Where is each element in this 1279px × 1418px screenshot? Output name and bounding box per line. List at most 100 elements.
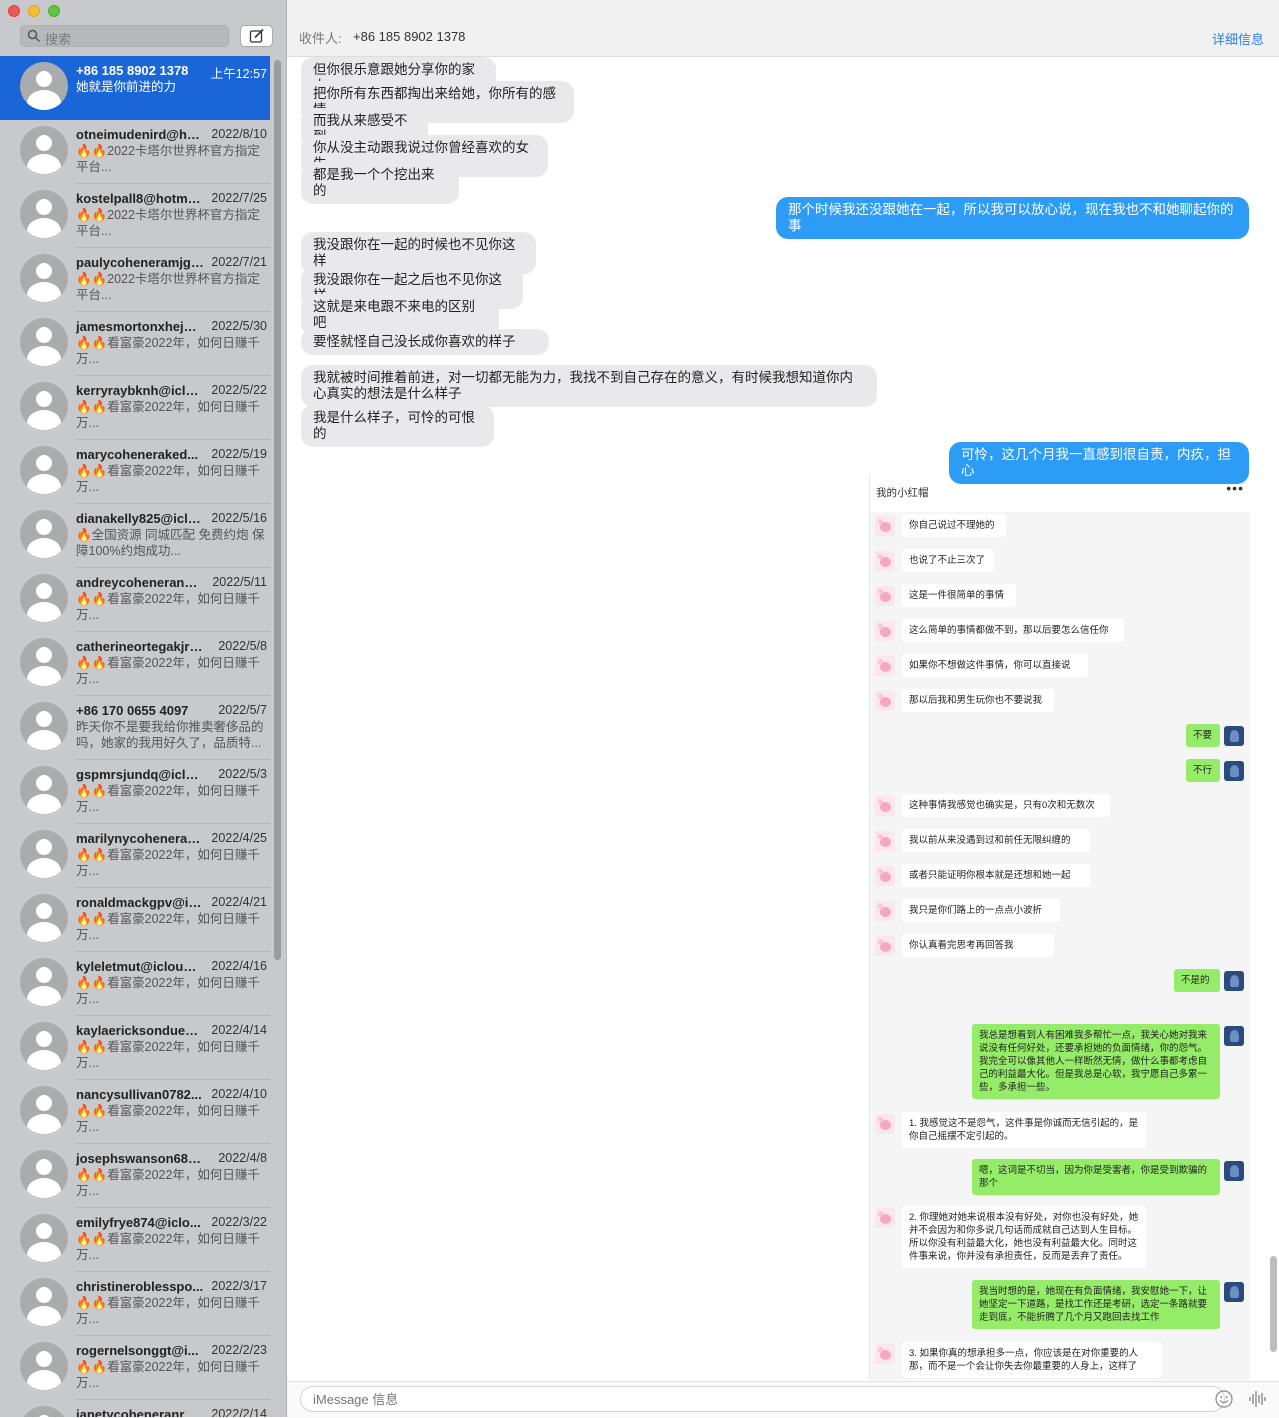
contact-avatar	[875, 621, 895, 641]
conversation-item[interactable]: rogernelsonggt@i... 2022/2/23 🔥🔥看富豪2022年，如…	[0, 1336, 270, 1400]
contact-name: catherineortegakjra...	[76, 639, 204, 654]
contact-name: rogernelsonggt@i...	[76, 1343, 199, 1358]
message-input[interactable]	[300, 1386, 1225, 1412]
conversation-date: 2022/8/10	[211, 127, 267, 141]
contact-name: andreycoheneranwi...	[76, 575, 204, 590]
screenshot-incoming-message: 也说了不止三次了	[902, 549, 994, 572]
message-preview: 🔥🔥2022卡塔尔世界杯官方指定平台...	[76, 208, 260, 238]
conversation-item[interactable]: andreycoheneranwi... 2022/5/11 🔥🔥看富豪2022年，…	[0, 568, 270, 632]
screenshot-outgoing-message: 我当时想的是，她现在有负面情绪，我安慰她一下，让她坚定一下道路，是找工作还是考研…	[972, 1280, 1220, 1329]
sidebar-scrollbar[interactable]	[274, 60, 281, 960]
conversation-item[interactable]: janetycoheneranr@... 2022/2/14	[0, 1400, 270, 1417]
close-window-button[interactable]	[8, 5, 20, 17]
screenshot-outgoing-message: 嗯，这词是不切当，因为你是受害者，你是受到欺骗的那个	[972, 1159, 1220, 1195]
details-button[interactable]: 详细信息	[1212, 29, 1264, 48]
conversation-item[interactable]: +86 185 8902 1378 上午12:57 她就是你前进的力	[0, 56, 270, 120]
contact-name: jamesmortonxhej@...	[76, 319, 204, 334]
incoming-message[interactable]: 都是我一个个挖出来的	[301, 162, 459, 204]
avatar	[20, 830, 68, 878]
screenshot-incoming-message: 那以后我和男生玩你也不要说我	[902, 689, 1054, 712]
conversation-item[interactable]: kyleletmut@icloud.... 2022/4/16 🔥🔥看富豪2022年…	[0, 952, 270, 1016]
avatar	[20, 446, 68, 494]
conversation-item[interactable]: marilynycoheneray... 2022/4/25 🔥🔥看富豪2022年，…	[0, 824, 270, 888]
emoji-icon[interactable]	[1215, 1390, 1233, 1408]
search-field[interactable]: 搜索	[20, 25, 229, 47]
contact-name: ronaldmackgpv@icl...	[76, 895, 204, 910]
outgoing-message[interactable]: 那个时候我还没跟她在一起，所以我可以放心说，现在我也不和她聊起你的事	[776, 197, 1249, 239]
self-avatar	[1224, 971, 1244, 991]
avatar	[20, 510, 68, 558]
outgoing-message[interactable]: 可怜，这几个月我一直感到很自责，内疚，担心	[949, 442, 1249, 484]
conversation-item[interactable]: dianakelly825@iclo... 2022/5/16 🔥全国资源 同城匹配…	[0, 504, 270, 568]
conversation-item[interactable]: catherineortegakjra... 2022/5/8 🔥🔥看富豪2022年…	[0, 632, 270, 696]
conversation-item[interactable]: paulycoheneramjgs... 2022/7/21 🔥🔥2022卡塔尔世界…	[0, 248, 270, 312]
conversation-item[interactable]: otneimudenird@ho... 2022/8/10 🔥🔥2022卡塔尔世界杯…	[0, 120, 270, 184]
contact-name: josephswanson687...	[76, 1151, 204, 1166]
zoom-window-button[interactable]	[48, 5, 60, 17]
recipient-name[interactable]: +86 185 8902 1378	[353, 29, 465, 44]
audio-waveform-icon[interactable]	[1247, 1389, 1267, 1409]
avatar	[20, 1406, 68, 1417]
avatar	[20, 318, 68, 366]
conversation-date: 2022/4/25	[211, 831, 267, 845]
contact-avatar	[875, 936, 895, 956]
message-preview: 🔥🔥看富豪2022年，如何日赚千万...	[76, 1104, 260, 1134]
conversation-item[interactable]: ronaldmackgpv@icl... 2022/4/21 🔥🔥看富豪2022年，…	[0, 888, 270, 952]
conversation-item[interactable]: nancysullivan0782... 2022/4/10 🔥🔥看富豪2022年，…	[0, 1080, 270, 1144]
message-preview: 🔥🔥看富豪2022年，如何日赚千万...	[76, 1232, 260, 1262]
message-preview: 🔥🔥看富豪2022年，如何日赚千万...	[76, 1296, 260, 1326]
conversation-header: 收件人: +86 185 8902 1378 详细信息	[287, 0, 1279, 57]
conversation-item[interactable]: christineroblesspo... 2022/3/17 🔥🔥看富豪2022年…	[0, 1272, 270, 1336]
message-preview: 🔥🔥看富豪2022年，如何日赚千万...	[76, 400, 260, 430]
incoming-message[interactable]: 我就被时间推着前进，对一切都无能为力，我找不到自己存在的意义，有时候我想知道你内…	[301, 365, 877, 407]
conversation-item[interactable]: emilyfrye874@iclo... 2022/3/22 🔥🔥看富豪2022年，…	[0, 1208, 270, 1272]
self-avatar	[1224, 761, 1244, 781]
avatar	[20, 1022, 68, 1070]
avatar	[20, 1150, 68, 1198]
conversation-item[interactable]: jamesmortonxhej@... 2022/5/30 🔥🔥看富豪2022年，如…	[0, 312, 270, 376]
conversation-date: 2022/5/22	[211, 383, 267, 397]
message-preview: 🔥🔥2022卡塔尔世界杯官方指定平台...	[76, 144, 260, 174]
screenshot-incoming-message: 这是一件很简单的事情	[902, 584, 1016, 607]
search-placeholder: 搜索	[45, 32, 72, 47]
attached-chat-screenshot[interactable]: 我的小红帽 ••• 星期五 21:56 你自己说过不理她的也说了不止三次了这是一…	[869, 476, 1250, 1380]
conversation-item[interactable]: gspmrsjundq@iclou... 2022/5/3 🔥🔥看富豪2022年，如…	[0, 760, 270, 824]
avatar	[20, 190, 68, 238]
contact-avatar	[875, 656, 895, 676]
contact-avatar	[875, 831, 895, 851]
contact-name: marycoheneraked...	[76, 447, 199, 462]
contact-avatar	[875, 1344, 895, 1364]
avatar	[20, 702, 68, 750]
contact-avatar	[875, 1114, 895, 1134]
contact-name: kostelpall8@hotma...	[76, 191, 204, 206]
compose-icon	[249, 28, 264, 43]
contact-avatar	[875, 551, 895, 571]
message-preview: 昨天你不是要我给你推卖奢侈品的吗，她家的我用好久了，品质特...	[76, 720, 264, 750]
conversation-item[interactable]: marycoheneraked... 2022/5/19 🔥🔥看富豪2022年，如何…	[0, 440, 270, 504]
conversation-sidebar: 搜索 +86 185 8902 1378 上午12:57 她就是你前进的力 otnei…	[0, 0, 287, 1417]
conversation-date: 2022/3/17	[211, 1279, 267, 1293]
contact-avatar	[875, 1208, 895, 1228]
conversation-item[interactable]: kostelpall8@hotma... 2022/7/25 🔥🔥2022卡塔尔世界…	[0, 184, 270, 248]
conversation-date: 2022/4/21	[211, 895, 267, 909]
contact-avatar	[875, 516, 895, 536]
contact-name: otneimudenird@ho...	[76, 127, 204, 142]
self-avatar	[1224, 1026, 1244, 1046]
avatar	[20, 1086, 68, 1134]
contact-name: gspmrsjundq@iclou...	[76, 767, 204, 782]
contact-avatar	[875, 796, 895, 816]
conversation-item[interactable]: josephswanson687... 2022/4/8 🔥🔥看富豪2022年，如何…	[0, 1144, 270, 1208]
conversation-date: 2022/2/23	[211, 1343, 267, 1357]
incoming-message[interactable]: 要怪就怪自己没长成你喜欢的样子	[301, 329, 549, 355]
transcript-scrollbar[interactable]	[1270, 1256, 1277, 1352]
message-preview: 🔥🔥看富豪2022年，如何日赚千万...	[76, 848, 260, 878]
conversation-item[interactable]: kerryraybknh@iclo... 2022/5/22 🔥🔥看富豪2022年，…	[0, 376, 270, 440]
conversation-item[interactable]: kaylaericksondue@... 2022/4/14 🔥🔥看富豪2022年，…	[0, 1016, 270, 1080]
avatar	[20, 958, 68, 1006]
avatar	[20, 62, 68, 110]
incoming-message[interactable]: 我是什么样子，可怜的可恨的	[301, 405, 494, 447]
minimize-window-button[interactable]	[28, 5, 40, 17]
message-input-bar	[287, 1381, 1279, 1418]
compose-button[interactable]	[240, 25, 273, 47]
conversation-item[interactable]: +86 170 0655 4097 2022/5/7 昨天你不是要我给你推卖奢侈品的…	[0, 696, 270, 760]
